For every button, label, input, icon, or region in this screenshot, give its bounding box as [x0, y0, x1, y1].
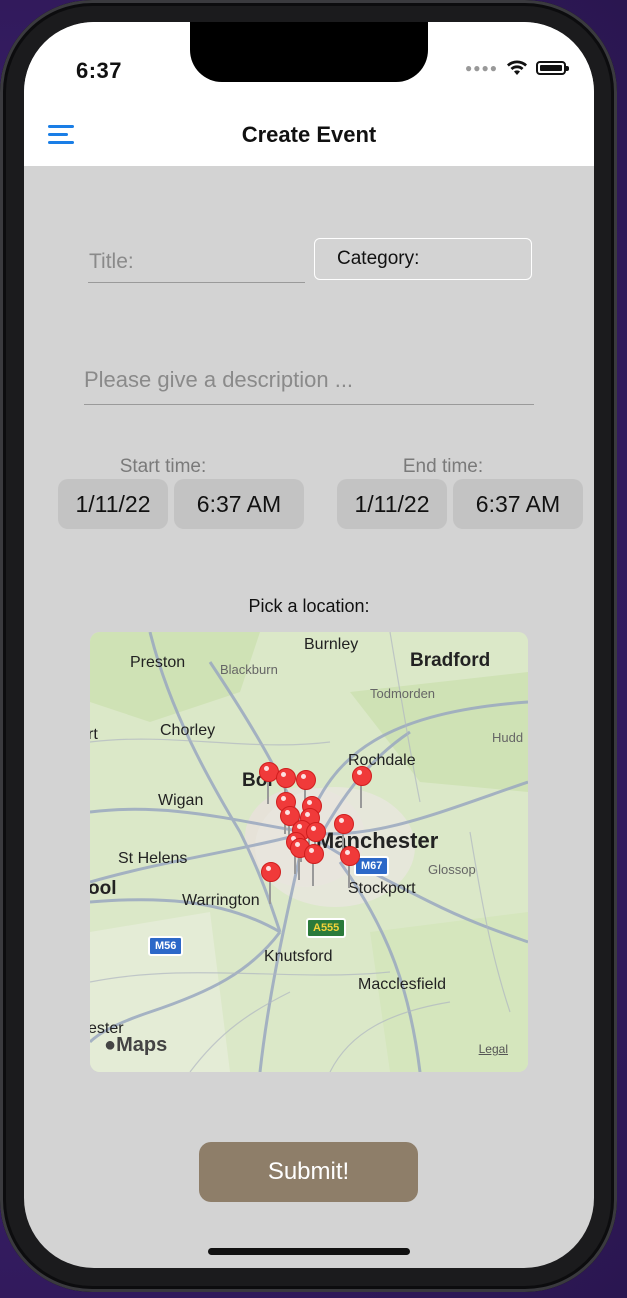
road-shield-a555: A555: [306, 918, 347, 938]
map-label-burnley: Burnley: [304, 636, 359, 653]
map-label-preston: Preston: [130, 654, 186, 671]
map-label-warrington: Warrington: [182, 892, 260, 909]
start-date-picker[interactable]: 1/11/22: [58, 479, 168, 529]
apple-logo-icon: ●: [104, 1034, 117, 1056]
map-pin[interactable]: [261, 862, 281, 906]
location-map[interactable]: Burnley Preston Blackburn Bradford Todmo…: [90, 632, 528, 1072]
road-shield-m56: M56: [148, 936, 184, 956]
page-title: Create Event: [241, 122, 377, 147]
end-date-picker[interactable]: 1/11/22: [337, 479, 447, 529]
apple-maps-logo: ●Maps: [104, 1034, 168, 1056]
status-bar: 6:37 ●●●●: [24, 22, 594, 110]
map-label-chorley: Chorley: [160, 722, 216, 739]
map-pin[interactable]: [340, 846, 360, 890]
battery-icon: [536, 61, 569, 75]
map-label-bradford: Bradford: [410, 650, 491, 671]
title-input[interactable]: [88, 242, 305, 283]
map-label-wigan: Wigan: [158, 792, 204, 809]
end-time-label: End time:: [402, 456, 484, 477]
submit-button[interactable]: Submit!: [199, 1142, 418, 1202]
start-time-label: Start time:: [119, 456, 207, 477]
map-label-st-helens: St Helens: [118, 850, 188, 867]
maps-legal-link[interactable]: Legal: [479, 1042, 508, 1056]
map-label-hudd: Hudd: [492, 730, 524, 745]
status-time: 6:37: [76, 58, 123, 83]
category-button[interactable]: Category:: [314, 238, 532, 280]
device-notch: [190, 22, 428, 82]
map-label-glossop: Glossop: [428, 862, 476, 877]
map-label-todmorden: Todmorden: [370, 686, 436, 701]
home-indicator[interactable]: [208, 1248, 410, 1255]
map-label-macclesfield: Macclesfield: [358, 976, 447, 993]
navigation-bar: Create Event: [24, 110, 594, 166]
phone-frame: 6:37 ●●●● Create Event Catego: [0, 0, 617, 1292]
status-icons: ●●●●: [465, 60, 569, 76]
map-label-knutsford: Knutsford: [264, 948, 333, 965]
end-time-picker[interactable]: 6:37 AM: [453, 479, 583, 529]
map-pin[interactable]: [304, 844, 324, 888]
map-label-liverpool: ool: [90, 878, 117, 899]
location-label: Pick a location:: [248, 596, 370, 616]
create-event-form: Category: Start time: 1/11/22 6:37 AM En…: [24, 166, 594, 1268]
map-label-blackburn: Blackburn: [220, 662, 278, 677]
start-time-picker[interactable]: 6:37 AM: [174, 479, 304, 529]
cellular-dots-icon: ●●●●: [465, 61, 498, 75]
map-pin[interactable]: [352, 766, 372, 810]
map-label-rt: rt: [90, 726, 98, 743]
wifi-icon: [507, 60, 527, 75]
app-screen: 6:37 ●●●● Create Event Catego: [24, 22, 594, 1268]
description-input[interactable]: [84, 356, 534, 405]
